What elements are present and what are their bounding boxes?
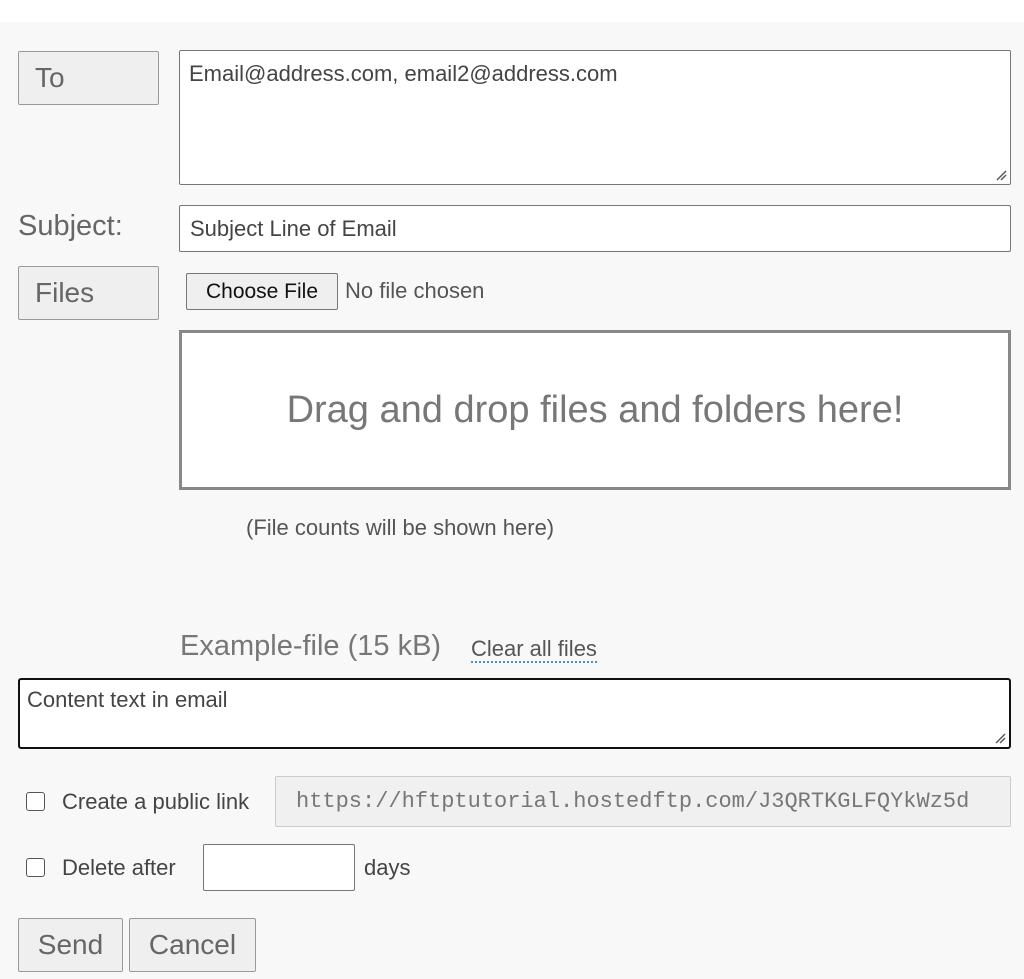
clear-all-files-link[interactable]: Clear all files (471, 637, 597, 663)
files-button[interactable]: Files (18, 266, 159, 320)
delete-after-checkbox[interactable] (26, 858, 45, 877)
to-field[interactable]: Email@address.com, email2@address.com (179, 50, 1011, 185)
file-dropzone[interactable]: Drag and drop files and folders here! (179, 330, 1011, 490)
subject-field[interactable]: Subject Line of Email (179, 205, 1011, 252)
days-label: days (364, 855, 411, 880)
resize-grip-icon[interactable] (995, 169, 1007, 181)
to-field-value: Email@address.com, email2@address.com (189, 61, 618, 86)
cancel-button[interactable]: Cancel (129, 918, 256, 972)
public-link-url: https://hftptutorial.hostedftp.com/J3QRT… (296, 789, 970, 814)
attached-file-label: Example-file (15 kB) (180, 630, 442, 662)
subject-label: Subject: (18, 210, 123, 242)
delete-after-label[interactable]: Delete after (62, 855, 176, 881)
file-counts-text: (File counts will be shown here) (246, 515, 555, 540)
send-button[interactable]: Send (18, 918, 123, 972)
public-link-label[interactable]: Create a public link (62, 789, 249, 815)
public-link-checkbox[interactable] (26, 792, 45, 811)
content-textarea-value: Content text in email (27, 687, 228, 712)
dropzone-text: Drag and drop files and folders here! (286, 388, 904, 431)
content-textarea[interactable]: Content text in email (18, 678, 1011, 749)
subject-field-value: Subject Line of Email (190, 215, 397, 241)
public-link-url-field[interactable]: https://hftptutorial.hostedftp.com/J3QRT… (275, 776, 1011, 827)
to-button[interactable]: To (18, 51, 159, 105)
no-file-chosen-text: No file chosen (345, 278, 485, 303)
resize-grip-icon[interactable] (994, 732, 1006, 744)
delete-after-days-input[interactable] (203, 844, 355, 891)
choose-file-button[interactable]: Choose File (186, 273, 338, 310)
